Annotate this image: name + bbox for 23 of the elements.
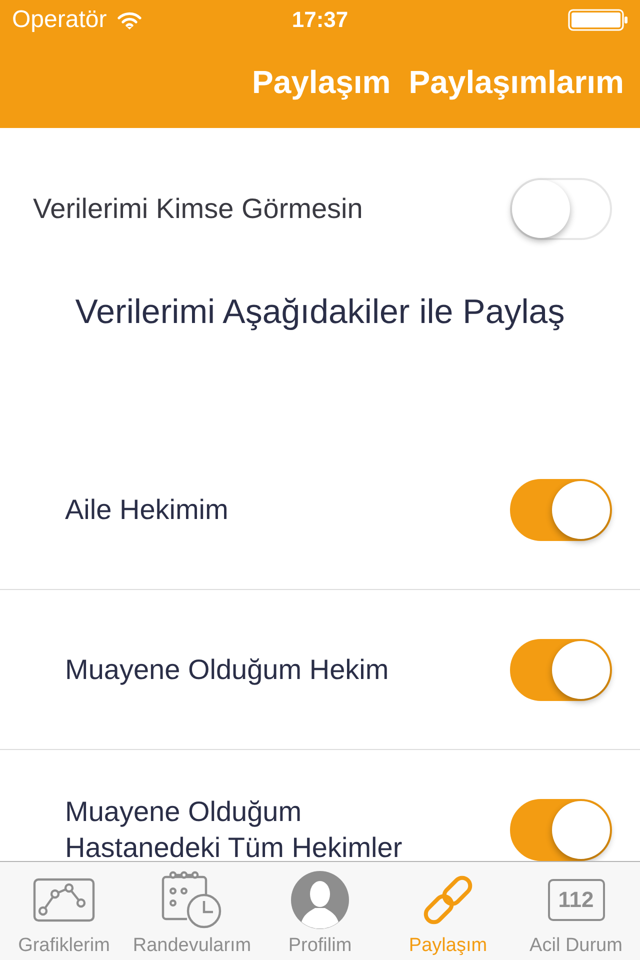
tab-item[interactable]: Paylaşım [384,862,512,960]
user-avatar-icon [291,871,349,929]
tab-item[interactable]: 112 Acil Durum [512,862,640,960]
toggle-switch[interactable] [510,638,612,700]
wifi-icon [116,10,142,30]
clock-time: 17:37 [292,7,348,33]
toggle-switch[interactable] [510,798,612,860]
tab-item[interactable]: Profilim [256,862,384,960]
nav-button[interactable]: Paylaşım [252,64,391,100]
nav-button[interactable]: Paylaşımlarım [408,64,624,100]
tab-item[interactable]: Grafiklerim [0,862,128,960]
section-heading: Verilerimi Aşağıdakiler ile Paylaş [74,292,566,333]
setting-label: Verilerimi Kimse Görmesin [33,193,363,225]
carrier-name: Operatör [12,6,107,34]
emergency-number-icon: 112 [548,879,604,921]
toggle-switch[interactable] [510,478,612,540]
setting-label: Muayene Olduğum Hastanedeki Tüm Hekimler [65,794,404,861]
setting-label: Muayene Olduğum Hekim [65,652,389,687]
setting-label: Aile Hekimim [65,492,228,526]
tab-item[interactable]: Randevularım [128,862,256,960]
battery-icon [568,9,628,31]
line-chart-icon [33,878,95,922]
calendar-clock-icon [161,871,223,929]
